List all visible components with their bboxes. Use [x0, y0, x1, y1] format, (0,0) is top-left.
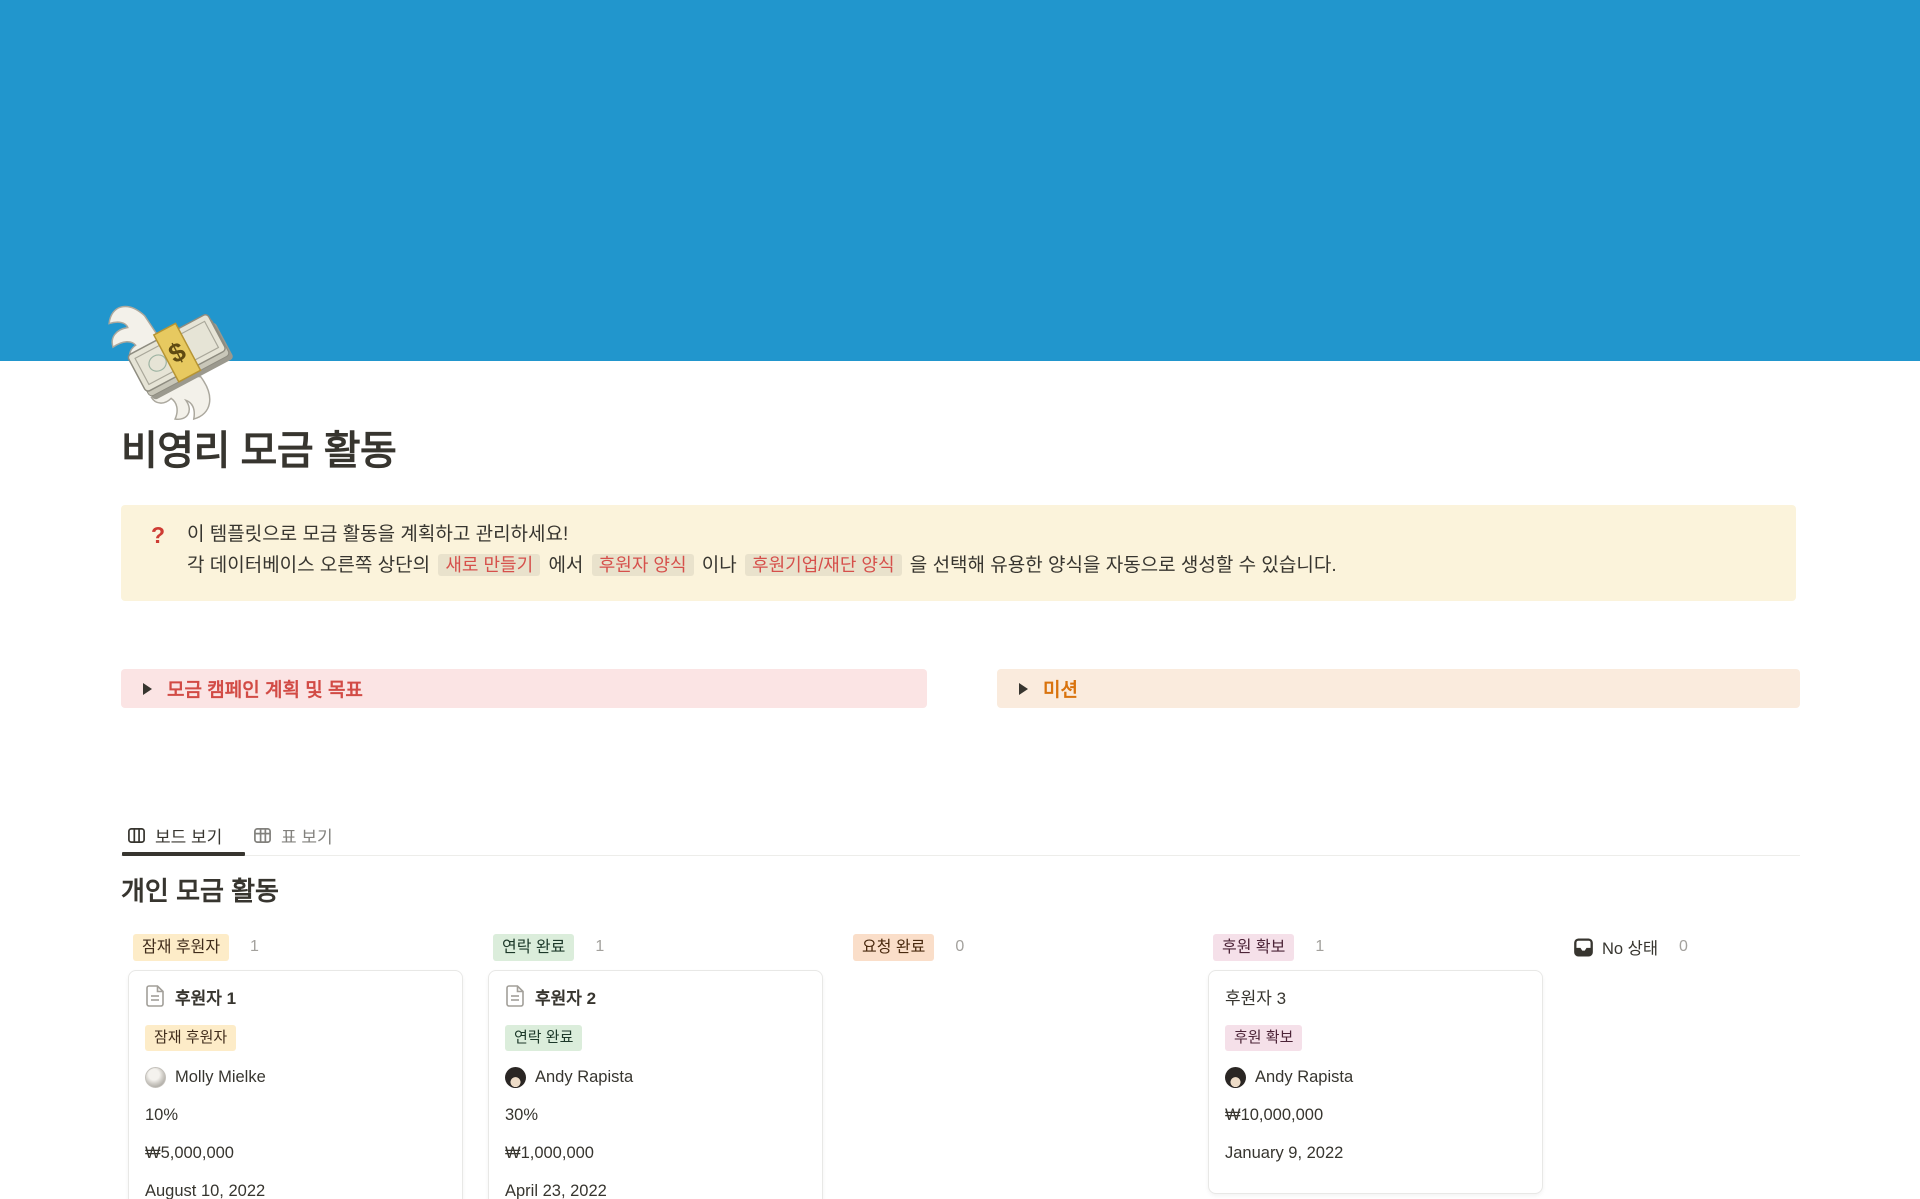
card-person: Andy Rapista — [505, 1065, 806, 1089]
card-percent: 10% — [145, 1103, 446, 1127]
card-amount: ₩10,000,000 — [1225, 1103, 1526, 1127]
person-name: Andy Rapista — [535, 1065, 633, 1089]
person-name: Molly Mielke — [175, 1065, 266, 1089]
callout-line2-text: 각 데이터베이스 오른쪽 상단의 — [187, 555, 435, 576]
toggle-label: 모금 캠페인 계획 및 목표 — [167, 675, 363, 702]
card-status-badge: 후원 확보 — [1225, 1025, 1302, 1051]
question-mark-icon: ? — [151, 520, 187, 601]
tab-table-view[interactable]: 표 보기 — [253, 818, 333, 852]
board-view-icon — [127, 826, 146, 845]
card-date: April 23, 2022 — [505, 1179, 806, 1199]
card-person: Andy Rapista — [1225, 1065, 1526, 1089]
money-with-wings-icon[interactable]: $ — [103, 294, 255, 422]
card-person: Molly Mielke — [145, 1065, 446, 1089]
column-header: 잠재 후원자 1 — [128, 933, 463, 961]
card-title: 후원자 3 — [1225, 984, 1286, 1009]
column-header: 후원 확보 1 — [1208, 933, 1543, 961]
toggle-label: 미션 — [1043, 675, 1078, 702]
column-status-badge[interactable]: 후원 확보 — [1213, 934, 1294, 961]
person-name: Andy Rapista — [1255, 1065, 1353, 1089]
page-cover — [0, 0, 1920, 361]
column-status-badge[interactable]: 연락 완료 — [493, 934, 574, 961]
column-count: 1 — [250, 938, 259, 956]
tab-label: 표 보기 — [281, 823, 333, 848]
toggle-arrow-icon[interactable] — [134, 676, 160, 702]
column-count: 1 — [595, 938, 604, 956]
card-donor-2[interactable]: 후원자 2 연락 완료 Andy Rapista 30% ₩1,000,000 … — [488, 970, 823, 1199]
column-count: 1 — [1315, 938, 1324, 956]
inline-code-donor-form: 후원자 양식 — [592, 554, 694, 576]
active-tab-underline — [122, 852, 245, 856]
card-donor-3[interactable]: 후원자 3 후원 확보 Andy Rapista ₩10,000,000 Jan… — [1208, 970, 1543, 1194]
tab-label: 보드 보기 — [155, 823, 222, 848]
table-view-icon — [253, 826, 272, 845]
column-status-badge[interactable]: 잠재 후원자 — [133, 934, 229, 961]
avatar-molly-mielke — [145, 1067, 166, 1088]
kanban-board: 잠재 후원자 1 후원자 1 잠재 후원자 Molly Mielke 10% ₩… — [128, 933, 1903, 1199]
board-column-contacted: 연락 완료 1 후원자 2 연락 완료 Andy Rapista 30% ₩1,… — [488, 933, 823, 1199]
board-column-no-status: No 상태 0 — [1568, 933, 1903, 1199]
column-count: 0 — [1679, 938, 1688, 956]
tab-board-view[interactable]: 보드 보기 — [127, 818, 222, 852]
board-section-title: 개인 모금 활동 — [121, 871, 279, 908]
card-donor-1[interactable]: 후원자 1 잠재 후원자 Molly Mielke 10% ₩5,000,000… — [128, 970, 463, 1199]
card-title: 후원자 2 — [535, 984, 596, 1009]
page-document-icon — [145, 984, 165, 1008]
card-date: August 10, 2022 — [145, 1179, 446, 1199]
column-status-badge[interactable]: 요청 완료 — [853, 934, 934, 961]
board-column-requested: 요청 완료 0 — [848, 933, 1183, 1199]
card-status-badge: 잠재 후원자 — [145, 1025, 236, 1051]
toggle-mission[interactable]: 미션 — [997, 669, 1800, 708]
column-header: 요청 완료 0 — [848, 933, 1183, 961]
column-no-status-label[interactable]: No 상태 — [1602, 935, 1658, 959]
board-column-potential-donor: 잠재 후원자 1 후원자 1 잠재 후원자 Molly Mielke 10% ₩… — [128, 933, 463, 1199]
card-status-badge: 연락 완료 — [505, 1025, 582, 1051]
avatar-andy-rapista — [505, 1067, 526, 1088]
inline-code-corp-form: 후원기업/재단 양식 — [745, 554, 901, 576]
column-count: 0 — [955, 938, 964, 956]
toggle-arrow-icon[interactable] — [1010, 676, 1036, 702]
avatar-andy-rapista — [1225, 1067, 1246, 1088]
callout-line1: 이 템플릿으로 모금 활동을 계획하고 관리하세요! — [187, 520, 1337, 550]
board-column-secured: 후원 확보 1 후원자 3 후원 확보 Andy Rapista ₩10,000… — [1208, 933, 1543, 1199]
inline-code-new-button: 새로 만들기 — [438, 554, 540, 576]
page-title: 비영리 모금 활동 — [121, 418, 396, 476]
card-percent: 30% — [505, 1103, 806, 1127]
card-date: January 9, 2022 — [1225, 1141, 1526, 1165]
tabs-divider — [121, 855, 1800, 856]
card-amount: ₩1,000,000 — [505, 1141, 806, 1165]
callout: ? 이 템플릿으로 모금 활동을 계획하고 관리하세요! 각 데이터베이스 오른… — [121, 505, 1796, 601]
page-document-icon — [505, 984, 525, 1008]
card-title: 후원자 1 — [175, 984, 236, 1009]
view-tabs: 보드 보기 표 보기 — [121, 818, 1800, 856]
notion-page: $ 비영리 모금 활동 ? 이 템플릿으로 모금 활동을 계획하고 관리하세요!… — [0, 0, 1920, 1199]
column-header: No 상태 0 — [1568, 933, 1903, 961]
toggle-campaign-plan[interactable]: 모금 캠페인 계획 및 목표 — [121, 669, 927, 708]
callout-line2: 각 데이터베이스 오른쪽 상단의 새로 만들기 에서 후원자 양식 이나 후원기… — [187, 550, 1337, 581]
inbox-icon — [1573, 937, 1594, 958]
column-header: 연락 완료 1 — [488, 933, 823, 961]
card-amount: ₩5,000,000 — [145, 1141, 446, 1165]
